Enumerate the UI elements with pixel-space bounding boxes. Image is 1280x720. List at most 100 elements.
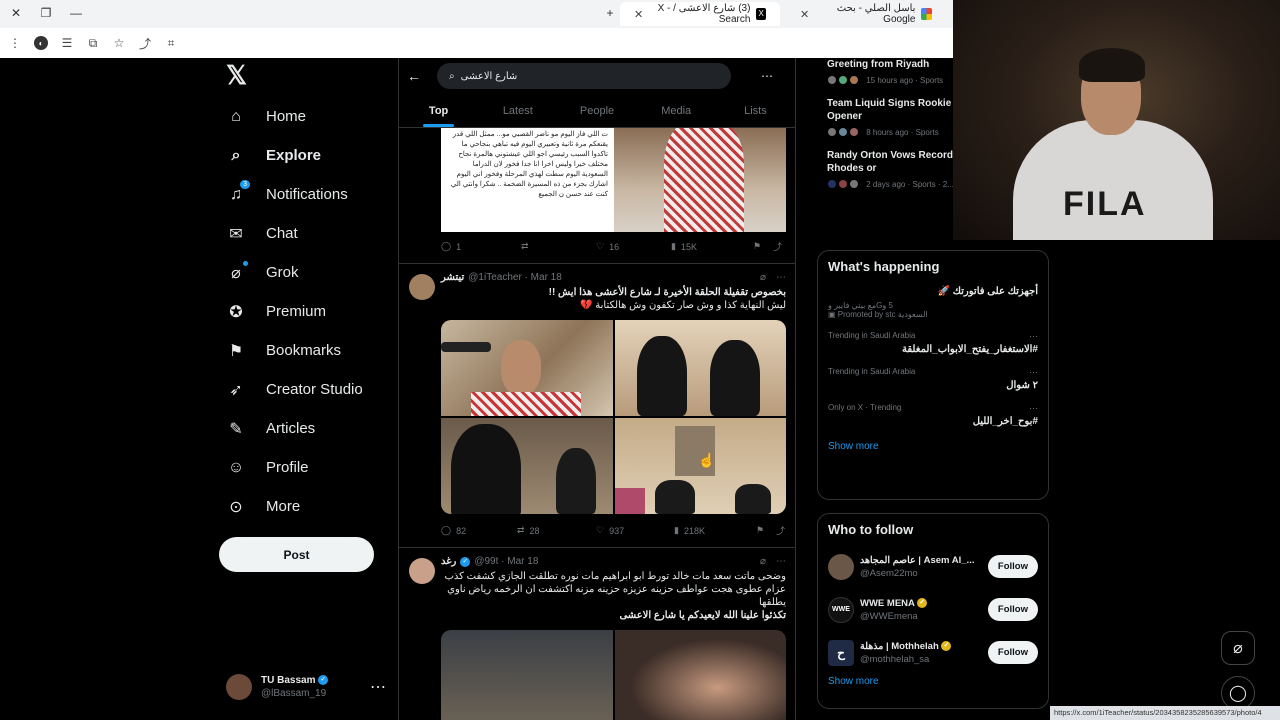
tweet-image-text[interactable]: ت اللي فاز اليوم مو ناصر القصبي مو... مم… [441, 128, 614, 232]
grok-icon[interactable]: ⌀ [760, 272, 766, 283]
retweet-button[interactable]: ⇄ 28 [517, 525, 596, 536]
share-icon[interactable]: ⤴ [138, 36, 152, 51]
tab-lists[interactable]: Lists [716, 94, 795, 127]
menu-dots-icon[interactable]: ⋮ [8, 36, 22, 50]
nav-creator-studio[interactable]: ➶ Creator Studio [218, 370, 388, 409]
reply-button[interactable]: ◯ 1 [441, 241, 521, 252]
nav-explore[interactable]: ⌕ Explore [218, 136, 388, 175]
like-button[interactable]: ♡ 937 [596, 525, 674, 536]
nav-more[interactable]: ⊙ More [218, 487, 388, 526]
tweet-media-grid [441, 630, 786, 720]
tweet-handle[interactable]: @1iTeacher [468, 272, 522, 283]
post-button[interactable]: Post [219, 537, 374, 572]
follow-button[interactable]: Follow [987, 555, 1038, 578]
more-dots-icon[interactable]: ⋯ [1029, 367, 1038, 378]
close-tab-icon[interactable]: ✕ [800, 8, 809, 21]
tab-people[interactable]: People [557, 94, 636, 127]
more-dots-icon[interactable]: ⋯ [776, 272, 786, 283]
share-icon[interactable]: ⤴ [773, 240, 782, 253]
views-button[interactable]: ▮ 218K [674, 525, 756, 536]
tweet-photo[interactable] [614, 320, 786, 416]
nav-articles[interactable]: ✎ Articles [218, 409, 388, 448]
person-icon: ☺ [227, 458, 245, 476]
follow-button[interactable]: Follow [987, 641, 1038, 664]
bookmark-icon[interactable]: ⚑ [756, 525, 776, 536]
nav-label: Articles [266, 420, 316, 437]
tweet-date[interactable]: Mar 18 [507, 556, 538, 567]
views-button[interactable]: ▮ 15K [671, 241, 753, 252]
more-dots-icon[interactable]: ⋯ [761, 69, 773, 83]
trend-item[interactable]: Trending in Saudi Arabia ⋯ ٢ شوال [818, 363, 1048, 399]
tweet-author[interactable]: رغد [441, 556, 456, 567]
x-logo-icon[interactable]: 𝕏 [226, 60, 388, 91]
grok-floating-icon[interactable]: ⌀ [1221, 631, 1255, 665]
follow-suggestion[interactable]: عاصم المجاهد | Asem Al_... @Asem22mo Fol… [818, 545, 1048, 588]
like-button[interactable]: ♡ 16 [596, 241, 671, 252]
nav-premium[interactable]: ✪ Premium [218, 292, 388, 331]
follow-suggestion[interactable]: ح مذهلة | Mothhelah ✓ @mothhelah_sa Foll… [818, 631, 1048, 674]
more-dots-icon[interactable]: ⋯ [776, 556, 786, 567]
translate-icon[interactable]: ⌗ [164, 36, 178, 50]
nav-grok[interactable]: ⌀ Grok [218, 253, 388, 292]
abaya-figure [734, 484, 771, 514]
bookmark-star-icon[interactable]: ☆ [112, 36, 126, 50]
extensions-icon[interactable]: ⧉ [86, 36, 100, 50]
google-favicon-icon [921, 8, 932, 20]
tweet-photo[interactable] [441, 630, 613, 720]
reply-button[interactable]: ◯ 82 [441, 525, 517, 536]
tab-x-search[interactable]: X (3) شارع الاعشى / X - Search ✕ [620, 2, 780, 26]
tab-latest[interactable]: Latest [478, 94, 557, 127]
bookmark-icon[interactable]: ⚑ [753, 241, 773, 252]
nav-notifications[interactable]: ♫ 3 Notifications [218, 175, 388, 214]
trend-item[interactable]: Only on X · Trending ⋯ #بوح_اخر_الليل [818, 399, 1048, 435]
follow-suggestion[interactable]: WWE WWE MENA ✓ @WWEmena Follow [818, 588, 1048, 631]
tweet-card[interactable]: رغد ✓ @99t · Mar 18 ⌀ ⋯ وضحى ماتت سعد مات… [399, 548, 795, 720]
trend-item[interactable]: Trending in Saudi Arabia ⋯ #الاستغفار_يف… [818, 327, 1048, 363]
tweet-photo[interactable] [441, 418, 613, 514]
show-more-link[interactable]: Show more [818, 435, 1048, 464]
avatar[interactable] [409, 274, 435, 300]
more-dots-icon[interactable]: ⋯ [1029, 331, 1038, 342]
avatar[interactable] [409, 558, 435, 584]
more-dots-icon[interactable]: ⋯ [370, 677, 386, 697]
tab-google[interactable]: باسل الصلي - بحث Google ✕ [786, 2, 946, 26]
trend-name: #بوح_اخر_الليل [972, 416, 1038, 427]
tweet-date[interactable]: Mar 18 [531, 272, 562, 283]
close-tab-icon[interactable]: ✕ [634, 8, 643, 21]
tab-top[interactable]: Top [399, 94, 478, 127]
tweet-image[interactable] [614, 128, 786, 232]
more-dots-icon[interactable]: ⋯ [1029, 403, 1038, 414]
tweet-card[interactable]: تيتشر @1iTeacher · Mar 18 ⌀ ⋯ بخصوص تقفيل… [399, 264, 795, 548]
back-arrow-icon[interactable]: ← [407, 68, 437, 84]
minimize-window-icon[interactable]: — [68, 6, 84, 20]
follow-name: WWE MENA [860, 597, 915, 609]
abaya-figure [654, 480, 695, 514]
promoted-trend[interactable]: أجهزتك على فاتورتك 🚀 5 وGمع بيتي فايبر و… [818, 282, 1048, 327]
tweet-author[interactable]: تيتشر [441, 272, 464, 283]
account-switcher[interactable]: TU Bassam ✓ @lBassam_19 ⋯ [226, 674, 386, 700]
close-window-icon[interactable]: ✕ [8, 6, 24, 20]
follow-button[interactable]: Follow [987, 598, 1038, 621]
retweet-button[interactable]: ⇄ [521, 241, 596, 252]
account-info: TU Bassam ✓ @lBassam_19 [261, 674, 329, 700]
tweet-card[interactable]: ت اللي فاز اليوم مو ناصر القصبي مو... مم… [399, 128, 795, 264]
restore-window-icon[interactable]: ❐ [38, 6, 54, 20]
new-tab-icon[interactable]: + [602, 6, 618, 20]
nav-bookmarks[interactable]: ⚑ Bookmarks [218, 331, 388, 370]
messages-floating-icon[interactable]: ◯ [1221, 676, 1255, 710]
nav-home[interactable]: ⌂ Home [218, 97, 388, 136]
nav-chat[interactable]: ✉ Chat [218, 214, 388, 253]
share-icon[interactable]: ⤴ [776, 524, 785, 537]
tweet-photo[interactable] [441, 320, 613, 416]
search-input[interactable]: ⌕ شارع الاعشى [437, 63, 731, 89]
tweet-text: ليش النهاية كذا و وش صار تكفون وش هالكتا… [580, 300, 786, 311]
nav-profile[interactable]: ☺ Profile [218, 448, 388, 487]
grok-icon[interactable]: ⌀ [760, 556, 766, 567]
show-more-link[interactable]: Show more [818, 674, 1048, 699]
tweet-handle[interactable]: @99t [474, 556, 498, 567]
separator: · [498, 556, 508, 567]
tweet-photo[interactable] [614, 630, 786, 720]
tab-media[interactable]: Media [637, 94, 716, 127]
profile-icon[interactable]: ◐ [34, 36, 48, 50]
tab-search-icon[interactable]: ☰ [60, 36, 74, 50]
